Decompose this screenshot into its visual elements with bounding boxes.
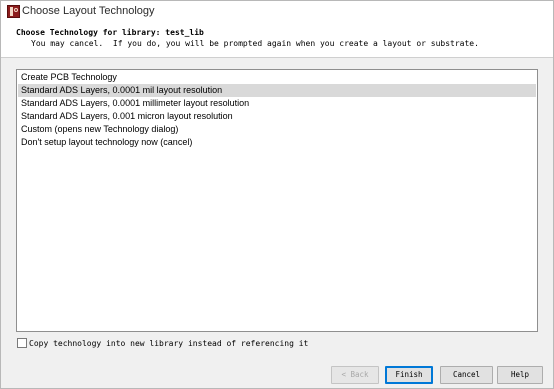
option-skip-technology-setup[interactable]: Don't setup layout technology now (cance…	[18, 136, 536, 149]
option-create-pcb-technology[interactable]: Create PCB Technology	[18, 71, 536, 84]
option-custom-technology[interactable]: Custom (opens new Technology dialog)	[18, 123, 536, 136]
cancel-button[interactable]: Cancel	[440, 366, 493, 384]
option-ads-layers-mil[interactable]: Standard ADS Layers, 0.0001 mil layout r…	[18, 84, 536, 97]
copy-technology-checkbox[interactable]	[17, 338, 27, 348]
button-bar: < Back Finish Cancel Help	[1, 366, 553, 384]
window-title: Choose Layout Technology	[22, 5, 155, 17]
option-ads-layers-micron[interactable]: Standard ADS Layers, 0.001 micron layout…	[18, 110, 536, 123]
copy-technology-label[interactable]: Copy technology into new library instead…	[29, 338, 308, 349]
header-title: Choose Technology for library: test_lib	[16, 28, 204, 37]
option-ads-layers-millimeter[interactable]: Standard ADS Layers, 0.0001 millimeter l…	[18, 97, 536, 110]
header-subtitle: You may cancel. If you do, you will be p…	[31, 39, 479, 48]
finish-button[interactable]: Finish	[385, 366, 433, 384]
technology-options-list[interactable]: Create PCB Technology Standard ADS Layer…	[16, 69, 538, 332]
choose-layout-technology-dialog: Choose Layout Technology Choose Technolo…	[0, 0, 554, 389]
dialog-header: Choose Technology for library: test_lib …	[1, 23, 553, 58]
title-bar[interactable]: Choose Layout Technology	[1, 1, 553, 23]
ads-app-icon	[7, 5, 20, 18]
help-button[interactable]: Help	[497, 366, 543, 384]
back-button[interactable]: < Back	[331, 366, 379, 384]
